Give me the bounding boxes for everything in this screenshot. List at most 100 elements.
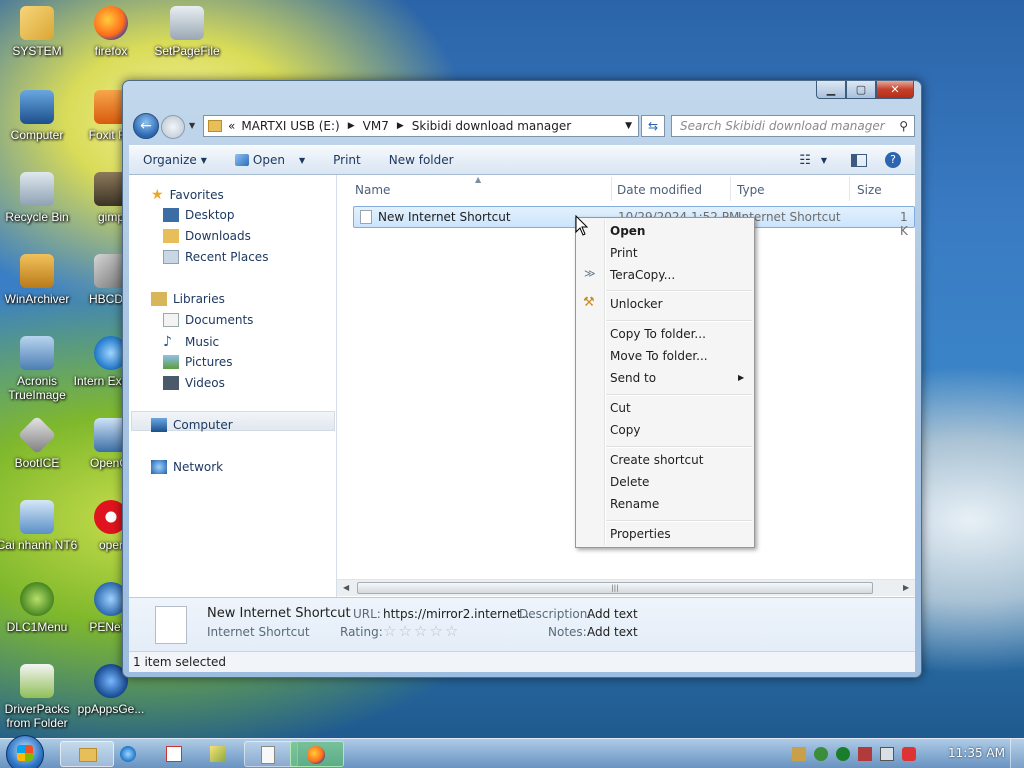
url-value[interactable]: https://mirror2.internet...	[383, 607, 533, 621]
recent-pages-dropdown[interactable]: ▼	[189, 121, 195, 130]
nav-downloads[interactable]: Downloads	[163, 229, 251, 243]
network-tool-icon	[166, 746, 182, 762]
nav-favorites[interactable]: ★ Favorites	[151, 187, 224, 203]
menu-item-copy-to-folder[interactable]: Copy To folder...	[610, 327, 706, 341]
column-header-type[interactable]: Type	[737, 183, 765, 197]
driverpacks-icon	[20, 664, 54, 698]
tray-shield-icon[interactable]	[814, 747, 828, 761]
column-divider	[849, 177, 850, 201]
rating-label: Rating:	[340, 625, 383, 639]
scroll-right-icon[interactable]: ▶	[903, 583, 909, 592]
nav-music[interactable]: ♪ Music	[163, 334, 219, 350]
nav-desktop[interactable]: Desktop	[163, 208, 235, 222]
new-folder-button[interactable]: New folder	[389, 153, 454, 167]
chevron-down-icon: ▼	[820, 155, 827, 165]
refresh-button[interactable]: ⇆	[641, 115, 665, 137]
tray-media-player-icon[interactable]	[836, 747, 850, 761]
help-button[interactable]: ?	[885, 152, 901, 168]
taskbar: 11:35 AM	[0, 735, 1024, 768]
nav-libraries[interactable]: Libraries	[151, 292, 225, 306]
menu-item-move-to-folder[interactable]: Move To folder...	[610, 349, 708, 363]
taskbar-explorer-button[interactable]	[60, 741, 114, 767]
scrollbar-thumb[interactable]: |||	[357, 582, 873, 594]
status-bar: 1 item selected	[129, 651, 915, 672]
menu-gutter	[604, 220, 606, 545]
maximize-button[interactable]: ▢	[846, 81, 876, 99]
desktop-icon-driverpacks[interactable]: DriverPacks from Folder	[0, 664, 78, 730]
desktop-icon-bootice[interactable]: BootICE	[0, 415, 78, 470]
forward-button[interactable]	[161, 115, 185, 139]
menu-item-rename[interactable]: Rename	[610, 497, 659, 511]
sort-indicator-icon: ▲	[475, 175, 482, 184]
tray-usb-icon[interactable]	[792, 747, 806, 761]
open-button[interactable]: Open ▼	[234, 153, 305, 167]
back-arrow-icon: ←	[140, 118, 152, 134]
nav-computer[interactable]: Computer	[151, 418, 233, 432]
start-button[interactable]	[6, 735, 44, 768]
change-view-button[interactable]: ☷ ▼	[799, 153, 827, 168]
folder-icon	[208, 120, 222, 132]
nav-videos[interactable]: Videos	[163, 376, 225, 390]
menu-item-teracopy[interactable]: TeraCopy...	[610, 268, 675, 282]
desktop-icon-setpagefile[interactable]: SetPageFile	[146, 6, 228, 58]
menu-item-unlocker[interactable]: Unlocker	[610, 297, 663, 311]
address-bar[interactable]: « MARTXI USB (E:) ▶ VM7 ▶ Skibidi downlo…	[203, 115, 639, 137]
desktop-icon-computer[interactable]: Computer	[0, 90, 78, 142]
star-icon: ★	[151, 187, 164, 203]
ie-icon	[120, 746, 136, 762]
desktop-icon-winarchiver[interactable]: WinArchiver	[0, 254, 78, 306]
organize-button[interactable]: Organize ▼	[143, 153, 207, 167]
menu-item-open[interactable]: Open	[610, 224, 645, 238]
clock[interactable]: 11:35 AM	[948, 746, 1005, 760]
back-button[interactable]: ←	[133, 113, 159, 139]
show-desktop-button[interactable]	[1010, 739, 1024, 768]
explorer-window[interactable]: ▁ ▢ ✕ ← ▼ « MARTXI USB (E:) ▶ VM7 ▶ Skib…	[122, 80, 922, 678]
minimize-button[interactable]: ▁	[816, 81, 846, 99]
navigation-pane: ★ Favorites Desktop Downloads Recent Plac…	[129, 175, 337, 597]
breadcrumb-vm7[interactable]: VM7	[363, 119, 389, 133]
address-dropdown-icon[interactable]: ▼	[625, 121, 632, 131]
computer-icon	[151, 418, 167, 432]
dlc-icon	[20, 582, 54, 616]
description-value[interactable]: Add text	[587, 607, 638, 621]
nav-network[interactable]: Network	[151, 460, 223, 474]
notes-value[interactable]: Add text	[587, 625, 638, 639]
submenu-arrow-icon: ▶	[738, 373, 745, 382]
search-icon[interactable]: ⚲	[899, 116, 908, 136]
nav-pictures[interactable]: Pictures	[163, 355, 233, 369]
menu-item-print[interactable]: Print	[610, 246, 638, 260]
horizontal-scrollbar[interactable]: ◀ ||| ▶	[337, 579, 915, 596]
scroll-left-icon[interactable]: ◀	[343, 583, 349, 592]
print-button[interactable]: Print	[333, 153, 361, 167]
desktop-icon-acronis[interactable]: Acronis TrueImage	[0, 336, 78, 402]
taskbar-firefox-button[interactable]	[290, 741, 344, 767]
breadcrumb-current-folder[interactable]: Skibidi download manager	[412, 119, 571, 133]
desktop-icon-dlc1menu[interactable]: DLC1Menu	[0, 582, 78, 634]
column-header-date[interactable]: Date modified	[617, 183, 702, 197]
search-input[interactable]: Search Skibidi download manager ⚲	[671, 115, 915, 137]
desktop-icon-system[interactable]: SYSTEM	[0, 6, 78, 58]
libraries-icon	[151, 292, 167, 306]
network-icon	[151, 460, 167, 474]
column-header-name[interactable]: Name	[355, 183, 390, 197]
menu-item-properties[interactable]: Properties	[610, 527, 671, 541]
desktop-icon-firefox[interactable]: firefox	[70, 6, 152, 58]
preview-pane-button[interactable]	[851, 153, 867, 167]
column-header-size[interactable]: Size	[857, 183, 882, 197]
rating-stars[interactable]: ☆☆☆☆☆	[383, 622, 460, 640]
tray-volume-muted-icon[interactable]	[902, 747, 916, 761]
nav-recent-places[interactable]: Recent Places	[163, 250, 268, 264]
desktop-icon-cai-nhanh[interactable]: Cai nhanh NT6	[0, 500, 78, 552]
menu-item-cut[interactable]: Cut	[610, 401, 631, 415]
nav-documents[interactable]: Documents	[163, 313, 253, 327]
tray-network-icon[interactable]	[880, 747, 894, 761]
address-overflow[interactable]: «	[228, 119, 235, 133]
menu-item-copy[interactable]: Copy	[610, 423, 640, 437]
breadcrumb-drive[interactable]: MARTXI USB (E:)	[241, 119, 339, 133]
menu-item-send-to[interactable]: Send to	[610, 371, 656, 385]
desktop-icon-recycle-bin[interactable]: Recycle Bin	[0, 172, 78, 224]
menu-item-delete[interactable]: Delete	[610, 475, 649, 489]
close-button[interactable]: ✕	[876, 81, 914, 99]
tray-tool-icon[interactable]	[858, 747, 872, 761]
menu-item-create-shortcut[interactable]: Create shortcut	[610, 453, 703, 467]
